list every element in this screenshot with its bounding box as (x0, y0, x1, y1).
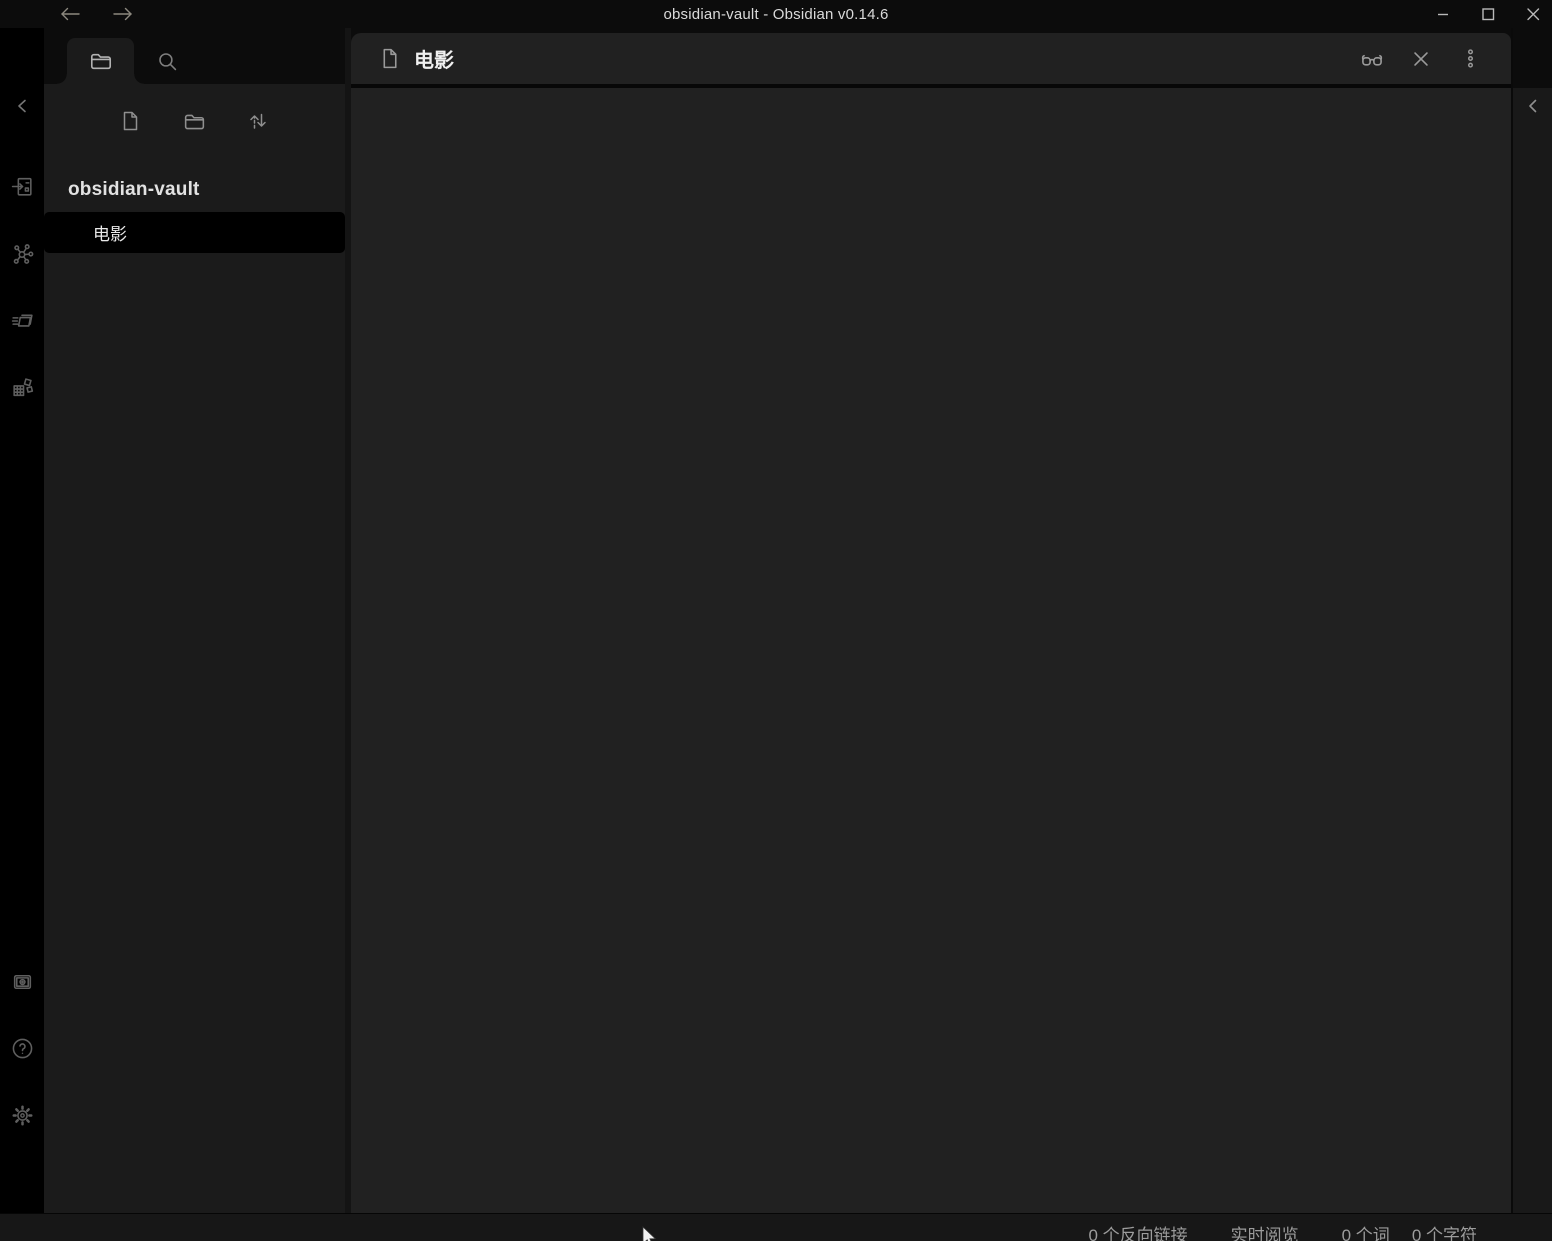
random-note-button[interactable] (8, 375, 36, 399)
editor-tabbar: 电影 (351, 28, 1511, 84)
left-sidebar: obsidian-vault 电影 (44, 28, 345, 1213)
maximize-button[interactable] (1473, 0, 1503, 28)
obsidian-window: obsidian-vault - Obsidian v0.14.6 (0, 0, 1552, 1241)
random-note-icon (10, 375, 35, 400)
titlebar: obsidian-vault - Obsidian v0.14.6 (0, 0, 1552, 28)
close-tab-button[interactable] (1407, 45, 1435, 73)
editor-tab[interactable]: 电影 (351, 33, 1511, 84)
new-note-button[interactable] (118, 109, 142, 133)
editor-content[interactable] (351, 88, 1511, 1213)
sidebar-tabbar (44, 28, 345, 84)
editor-pane: 电影 (351, 28, 1511, 1213)
left-ribbon (0, 28, 44, 1213)
vault-title[interactable]: obsidian-vault (68, 179, 345, 201)
close-tab-icon (1408, 46, 1434, 72)
vault-icon (10, 969, 35, 994)
mouse-cursor (642, 1226, 660, 1241)
new-folder-button[interactable] (182, 109, 206, 133)
backlinks-status[interactable]: 0 个反向链接 (1088, 1221, 1187, 1241)
tab-file-explorer[interactable] (67, 38, 134, 84)
chevron-left-icon (1521, 94, 1545, 118)
quick-switcher-button[interactable] (8, 174, 36, 198)
char-count: 0 个字符 (1412, 1221, 1477, 1241)
help-button[interactable] (8, 1036, 36, 1060)
glasses-icon (1358, 45, 1386, 73)
file-item[interactable]: 电影 (44, 212, 345, 253)
file-item-label: 电影 (93, 220, 127, 245)
explorer-toolbar (44, 84, 345, 133)
statusbar: 0 个反向链接 实时阅览 0 个词 0 个字符 (0, 1213, 1552, 1241)
settings-button[interactable] (8, 1103, 36, 1127)
right-strip-header (1513, 28, 1552, 88)
folder-icon (88, 48, 114, 74)
maximize-icon (1476, 2, 1500, 26)
workspace: obsidian-vault 电影 电影 (0, 28, 1552, 1213)
editor-tab-title: 电影 (414, 44, 454, 73)
expand-right-sidebar-button[interactable] (1519, 94, 1547, 118)
help-icon (10, 1036, 35, 1061)
command-palette-button[interactable] (8, 308, 36, 332)
minimize-icon (1431, 2, 1455, 26)
close-icon (1521, 2, 1545, 26)
graph-view-button[interactable] (8, 241, 36, 265)
collapse-left-sidebar-button[interactable] (8, 94, 36, 118)
window-title: obsidian-vault - Obsidian v0.14.6 (0, 0, 1552, 28)
more-options-button[interactable] (1456, 45, 1484, 73)
tab-search[interactable] (144, 38, 190, 84)
chevron-left-icon (10, 94, 34, 118)
reading-mode-button[interactable] (1358, 45, 1386, 73)
word-count-status: 0 个词 0 个字符 (1342, 1221, 1477, 1241)
note-file-icon (377, 46, 402, 71)
view-mode-status[interactable]: 实时阅览 (1231, 1221, 1299, 1241)
new-note-icon (118, 109, 142, 133)
right-sidebar-collapsed (1511, 28, 1552, 1213)
quick-switcher-icon (10, 174, 35, 199)
close-window-button[interactable] (1518, 0, 1548, 28)
gear-icon (10, 1103, 35, 1128)
search-icon (155, 49, 180, 74)
file-list: 电影 (44, 212, 345, 253)
sort-icon (246, 109, 270, 133)
kebab-menu-icon (1458, 46, 1483, 71)
word-count: 0 个词 (1342, 1221, 1390, 1241)
sort-order-button[interactable] (246, 109, 270, 133)
new-folder-icon (182, 109, 207, 134)
minimize-button[interactable] (1428, 0, 1458, 28)
command-palette-icon (10, 308, 35, 333)
vault-switcher-button[interactable] (8, 969, 36, 993)
graph-view-icon (10, 241, 35, 266)
